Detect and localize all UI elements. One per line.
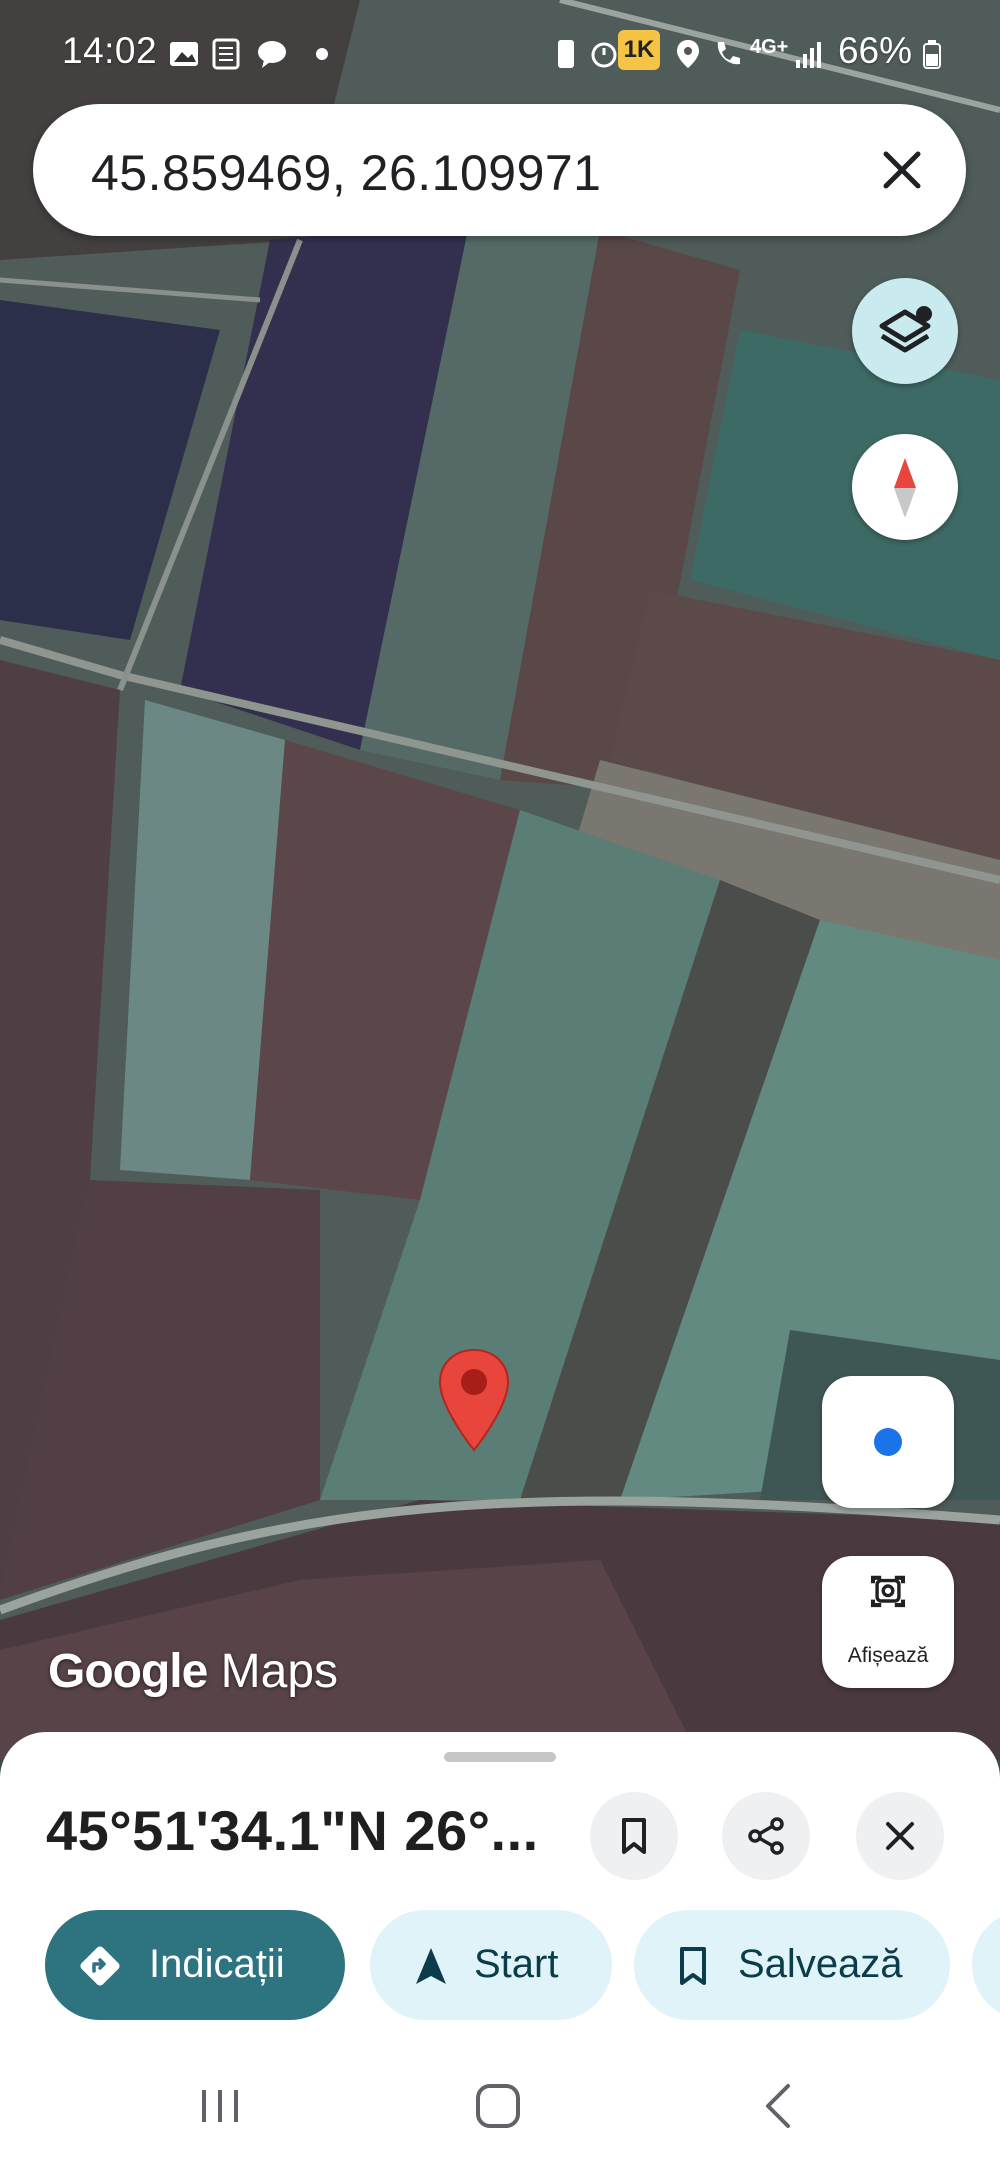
layers-button[interactable] [852,278,958,384]
compass-icon [894,458,916,518]
system-nav-bar [0,2040,1000,2167]
save-button[interactable]: Salvează [634,1910,950,2020]
notes-icon [212,38,240,70]
location-icon [677,40,699,68]
start-button[interactable]: Start [370,1910,612,2020]
lens-icon [870,1575,906,1608]
status-bar: 14:02 1K 4G+ 66% [0,0,1000,108]
directions-label: Indicații [149,1942,285,1986]
share-button[interactable] [722,1792,810,1880]
close-icon [886,1822,914,1850]
save-icon-button[interactable] [590,1792,678,1880]
alarm-icon [591,42,617,68]
layers-icon [879,306,932,353]
place-title: 45°51'34.1"N 26°... [46,1799,539,1862]
chat-icon [258,41,286,68]
more-action-chip[interactable] [972,1910,1000,2020]
share-icon [748,1817,784,1855]
battery-level: 66% [837,30,912,71]
network-type: 4G+ [750,36,789,58]
dot-icon [316,48,328,60]
recent-apps-icon[interactable] [190,2076,250,2136]
notification-badge: 1K [618,30,660,70]
sheet-handle[interactable] [444,1752,556,1762]
save-data-icon [558,40,574,68]
navigation-icon [416,1948,446,1984]
lens-button[interactable]: Afișează [822,1556,954,1688]
back-icon[interactable] [750,2076,810,2136]
gallery-icon [170,42,198,66]
marker-icon[interactable] [438,1348,510,1452]
compass-button[interactable] [852,434,958,540]
bookmark-icon [680,1947,706,1985]
watermark-brand: Google [48,1645,208,1698]
close-icon[interactable] [876,144,928,196]
battery-icon [923,40,941,69]
watermark-product: Maps [220,1645,339,1698]
start-label: Start [474,1942,559,1986]
search-query[interactable]: 45.859469, 26.109971 [91,144,602,202]
lens-label: Afișează [847,1644,929,1667]
directions-button[interactable]: Indicații [45,1910,345,2020]
status-time: 14:02 [62,30,158,71]
map-view[interactable]: 14:02 1K 4G+ 66% 45.859469, 26.109971 Af… [0,0,1000,1760]
my-location-icon [874,1428,902,1456]
save-label: Salvează [738,1942,903,1986]
wifi-call-icon [717,42,740,65]
search-bar[interactable]: 45.859469, 26.109971 [33,104,966,236]
signal-icon [796,42,821,68]
close-sheet-button[interactable] [856,1792,944,1880]
directions-icon [80,1946,120,1986]
my-location-button[interactable] [822,1376,954,1508]
bookmark-icon [622,1818,646,1854]
action-chips: Indicații Start Salvează [0,1910,1000,2022]
home-icon[interactable] [468,2076,528,2136]
google-maps-watermark: Google Maps [48,1644,338,1699]
